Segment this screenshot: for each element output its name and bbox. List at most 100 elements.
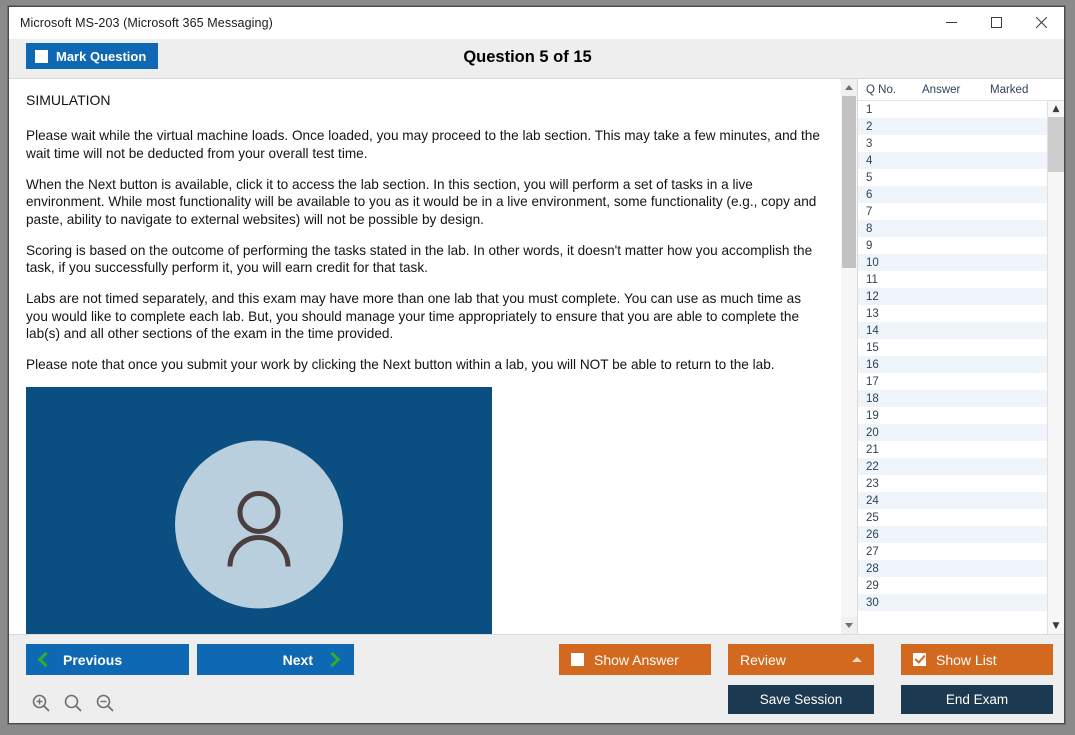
chevron-left-icon [37, 651, 54, 668]
row-question-number: 26 [866, 528, 879, 541]
content-paragraph: When the Next button is available, click… [26, 176, 817, 227]
person-icon [227, 490, 291, 567]
show-answer-checkbox[interactable] [571, 653, 584, 666]
exam-window: Microsoft MS-203 (Microsoft 365 Messagin… [8, 6, 1065, 724]
content-paragraph: Please note that once you submit your wo… [26, 356, 775, 372]
row-question-number: 12 [866, 290, 879, 303]
show-list-button[interactable]: Show List [901, 644, 1053, 675]
question-list-row[interactable]: 5 [858, 169, 1047, 186]
save-session-label: Save Session [759, 692, 843, 707]
previous-button[interactable]: Previous [26, 644, 189, 675]
scroll-down-button[interactable] [841, 617, 857, 634]
row-question-number: 5 [866, 171, 873, 184]
question-list-row[interactable]: 27 [858, 543, 1047, 560]
question-list-row[interactable]: 8 [858, 220, 1047, 237]
list-scroll-thumb[interactable] [1048, 117, 1064, 173]
row-question-number: 4 [866, 154, 873, 167]
show-list-label: Show List [936, 651, 997, 668]
question-list-row[interactable]: 7 [858, 203, 1047, 220]
windows-login-screenshot [26, 386, 492, 634]
screenshot-root: Microsoft MS-203 (Microsoft 365 Messagin… [0, 0, 1075, 735]
minimize-button[interactable] [929, 7, 974, 38]
question-list-row[interactable]: 9 [858, 237, 1047, 254]
question-list-row[interactable]: 12 [858, 288, 1047, 305]
row-question-number: 6 [866, 188, 873, 201]
question-list-row[interactable]: 21 [858, 441, 1047, 458]
content-scrollbar[interactable] [840, 79, 857, 634]
content-paragraph: Please wait while the virtual machine lo… [26, 128, 820, 161]
end-exam-button[interactable]: End Exam [901, 685, 1053, 714]
zoom-in-icon[interactable] [31, 693, 51, 713]
question-list-row[interactable]: 24 [858, 492, 1047, 509]
row-question-number: 30 [866, 596, 879, 609]
question-list-row[interactable]: 29 [858, 577, 1047, 594]
zoom-controls [31, 693, 115, 713]
row-question-number: 27 [866, 545, 879, 558]
question-list-row[interactable]: 22 [858, 458, 1047, 475]
question-list-row[interactable]: 20 [858, 424, 1047, 441]
column-header-qno: Q No. [866, 83, 897, 96]
row-question-number: 29 [866, 579, 879, 592]
content-scroll-track[interactable] [841, 96, 857, 617]
question-list-row[interactable]: 2 [858, 118, 1047, 135]
question-list-row[interactable]: 25 [858, 509, 1047, 526]
row-question-number: 28 [866, 562, 879, 575]
chevron-down-icon [845, 623, 853, 628]
content-scroll-thumb[interactable] [842, 96, 856, 268]
row-question-number: 1 [866, 103, 873, 116]
avatar [175, 440, 343, 609]
previous-button-label: Previous [63, 651, 123, 668]
question-list-row[interactable]: 3 [858, 135, 1047, 152]
next-button[interactable]: Next [197, 644, 354, 675]
question-list-row[interactable]: 23 [858, 475, 1047, 492]
question-list-row[interactable]: 13 [858, 305, 1047, 322]
row-question-number: 23 [866, 477, 879, 490]
show-list-checkbox[interactable] [913, 653, 926, 666]
maximize-button[interactable] [974, 7, 1019, 38]
list-scroll-track[interactable] [1048, 117, 1064, 618]
review-dropdown[interactable]: Review [728, 644, 874, 675]
chevron-up-icon [852, 657, 862, 662]
row-question-number: 16 [866, 358, 879, 371]
question-list-row[interactable]: 18 [858, 390, 1047, 407]
question-list-row[interactable]: 1 [858, 101, 1047, 118]
row-question-number: 21 [866, 443, 879, 456]
question-list-row[interactable]: 28 [858, 560, 1047, 577]
question-list-header: Q No. Answer Marked [858, 79, 1064, 101]
status-bar [9, 715, 1064, 723]
question-header-bar: Mark Question Question 5 of 15 [9, 39, 1064, 79]
question-list-row[interactable]: 26 [858, 526, 1047, 543]
list-scroll-down-button[interactable]: ▼ [1048, 618, 1064, 634]
row-question-number: 10 [866, 256, 879, 269]
column-header-answer: Answer [922, 83, 961, 96]
zoom-out-icon[interactable] [95, 693, 115, 713]
question-list-row[interactable]: 17 [858, 373, 1047, 390]
question-list-panel: Q No. Answer Marked 1 2 3 4 5 6 7 8 9 10 11 12 13 14 1… [857, 79, 1064, 634]
question-list-row[interactable]: 14 [858, 322, 1047, 339]
show-answer-button[interactable]: Show Answer [559, 644, 711, 675]
question-list-row[interactable]: 16 [858, 356, 1047, 373]
question-list-scrollbar[interactable]: ▲ ▼ [1047, 101, 1064, 634]
scroll-up-button[interactable] [841, 79, 857, 96]
review-dropdown-label: Review [740, 651, 786, 668]
question-content-pane: SIMULATION Please wait while the virtual… [9, 79, 840, 634]
row-question-number: 11 [866, 273, 878, 286]
list-scroll-up-button[interactable]: ▲ [1048, 101, 1064, 117]
close-button[interactable] [1019, 7, 1064, 38]
question-list-row[interactable]: 11 [858, 271, 1047, 288]
question-list-row[interactable]: 19 [858, 407, 1047, 424]
show-answer-label: Show Answer [594, 651, 679, 668]
row-question-number: 24 [866, 494, 879, 507]
save-session-button[interactable]: Save Session [728, 685, 874, 714]
question-list-row[interactable]: 10 [858, 254, 1047, 271]
question-list-row[interactable]: 4 [858, 152, 1047, 169]
question-list-row[interactable]: 6 [858, 186, 1047, 203]
zoom-reset-icon[interactable] [63, 693, 83, 713]
footer-bar: Previous Next Show Answer Review Show Li… [9, 634, 1064, 723]
question-list-row[interactable]: 30 [858, 594, 1047, 611]
page-title: Question 5 of 15 [463, 48, 592, 66]
question-list-body: 1 2 3 4 5 6 7 8 9 10 11 12 13 14 15 16 17 18 19 20 21 22 23 24 2… [858, 101, 1064, 634]
row-question-number: 19 [866, 409, 879, 422]
window-title: Microsoft MS-203 (Microsoft 365 Messagin… [20, 15, 273, 30]
question-list-row[interactable]: 15 [858, 339, 1047, 356]
